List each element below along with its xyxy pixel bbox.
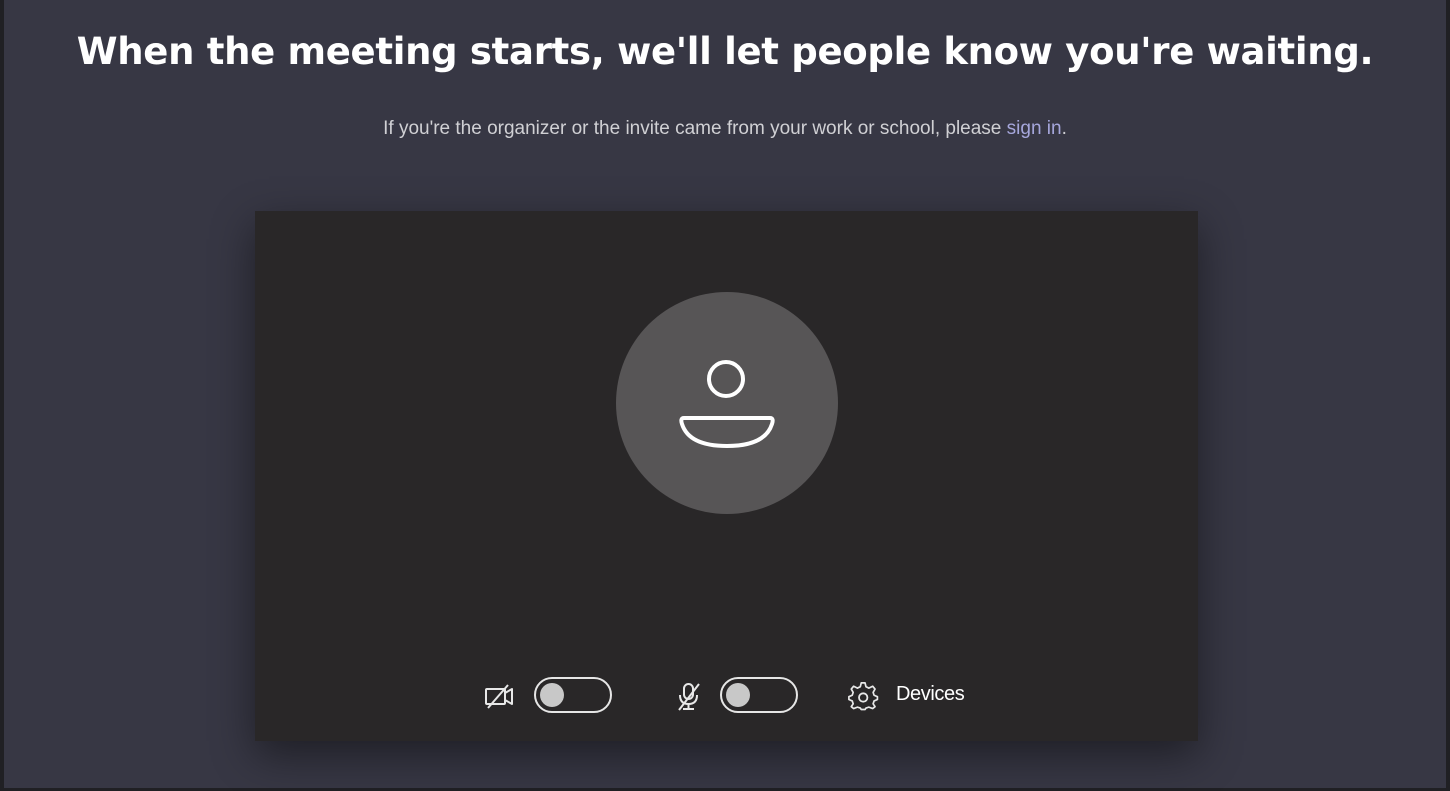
pre-join-screen: When the meeting starts, we'll let peopl… [0,0,1450,791]
video-preview: Devices [255,211,1198,741]
sign-in-prompt: If you're the organizer or the invite ca… [0,118,1450,140]
camera-toggle[interactable] [534,677,612,713]
avatar [616,292,838,514]
sign-in-prompt-period: . [1061,118,1067,139]
gear-icon[interactable] [847,682,881,712]
camera-toggle-knob [540,683,564,707]
person-icon [679,360,775,448]
microphone-toggle[interactable] [720,677,798,713]
sign-in-prompt-text: If you're the organizer or the invite ca… [383,118,1007,139]
mic-off-icon [672,682,706,712]
microphone-toggle-knob [726,683,750,707]
camera-off-icon [484,682,518,712]
devices-button[interactable]: Devices [896,683,965,706]
page-title: When the meeting starts, we'll let peopl… [76,30,1374,73]
device-controls: Devices [255,674,1198,718]
sign-in-link[interactable]: sign in [1007,118,1062,139]
